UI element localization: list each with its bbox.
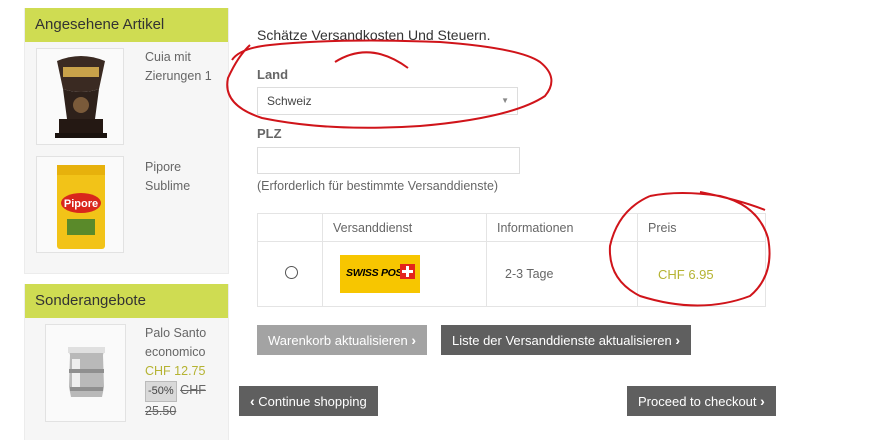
svg-text:Pipore: Pipore [64,198,98,210]
checkout-label: Proceed to checkout [638,394,757,409]
shipping-radio[interactable] [285,266,298,279]
specials-box: Sonderangebote Palo Santo economico CHF … [24,284,229,440]
sale-price: CHF 12.75 [145,364,206,378]
column-header: Preis [637,213,766,242]
list-item[interactable]: Cuia mit Zierungen 1 [25,42,228,152]
table-header-row: Versanddienst Informationen Preis [257,213,766,242]
swiss-cross-icon [400,264,415,279]
continue-shopping-label: Continue shopping [258,394,367,409]
discount-badge: -50% [145,381,177,402]
update-cart-label: Warenkorb aktualisieren [268,333,408,348]
zip-hint: (Erforderlich für bestimmte Versanddiens… [257,179,499,193]
product-image[interactable] [36,48,124,145]
product-image[interactable]: Pipore [36,156,124,253]
column-header: Informationen [486,213,638,242]
update-cart-button[interactable]: Warenkorb aktualisieren › [257,325,427,355]
product-image[interactable] [45,324,126,422]
column-header: Versanddienst [322,213,487,242]
swiss-post-logo: SWISS POST [340,255,420,293]
continue-shopping-button[interactable]: ‹ Continue shopping [239,386,378,416]
carrier-cell: SWISS POST [322,241,487,307]
chevron-right-icon: › [760,393,765,409]
info-cell: 2-3 Tage [486,241,638,307]
zip-label: PLZ [257,126,282,141]
list-item[interactable]: Palo Santo economico CHF 12.75 -50% CHF … [25,318,228,428]
country-select[interactable]: Schweiz ▼ [257,87,518,115]
chevron-right-icon: › [675,332,680,348]
product-info: Palo Santo economico CHF 12.75 -50% CHF … [145,324,225,421]
update-shipping-button[interactable]: Liste der Versanddienste aktualisieren › [441,325,691,355]
country-select-value: Schweiz [267,94,312,108]
column-header [257,213,323,242]
chevron-left-icon: ‹ [250,393,255,409]
list-item[interactable]: Pipore Pipore Sublime [25,152,228,262]
country-label: Land [257,67,289,82]
chevron-down-icon: ▼ [501,96,509,105]
update-shipping-label: Liste der Versanddienste aktualisieren [452,333,672,348]
viewed-products-heading: Angesehene Artikel [25,8,228,42]
viewed-products-box: Angesehene Artikel Cuia mit Zierungen 1 [24,8,229,274]
page-title: Schätze Versandkosten Und Steuern. [257,27,491,43]
chevron-right-icon: › [411,332,416,348]
price-cell: CHF 6.95 [637,241,766,307]
radio-cell[interactable] [257,241,323,307]
zip-input[interactable] [257,147,520,174]
table-row[interactable]: SWISS POST 2-3 Tage CHF 6.95 [257,241,766,307]
shipping-table: Versanddienst Informationen Preis SWISS … [257,213,766,307]
checkout-button[interactable]: Proceed to checkout › [627,386,776,416]
product-name[interactable]: Cuia mit Zierungen 1 [145,48,225,86]
product-name[interactable]: Palo Santo economico [145,324,225,362]
product-name[interactable]: Pipore Sublime [145,158,225,196]
specials-heading: Sonderangebote [25,284,228,318]
logo-text: SWISS POST [346,267,409,279]
